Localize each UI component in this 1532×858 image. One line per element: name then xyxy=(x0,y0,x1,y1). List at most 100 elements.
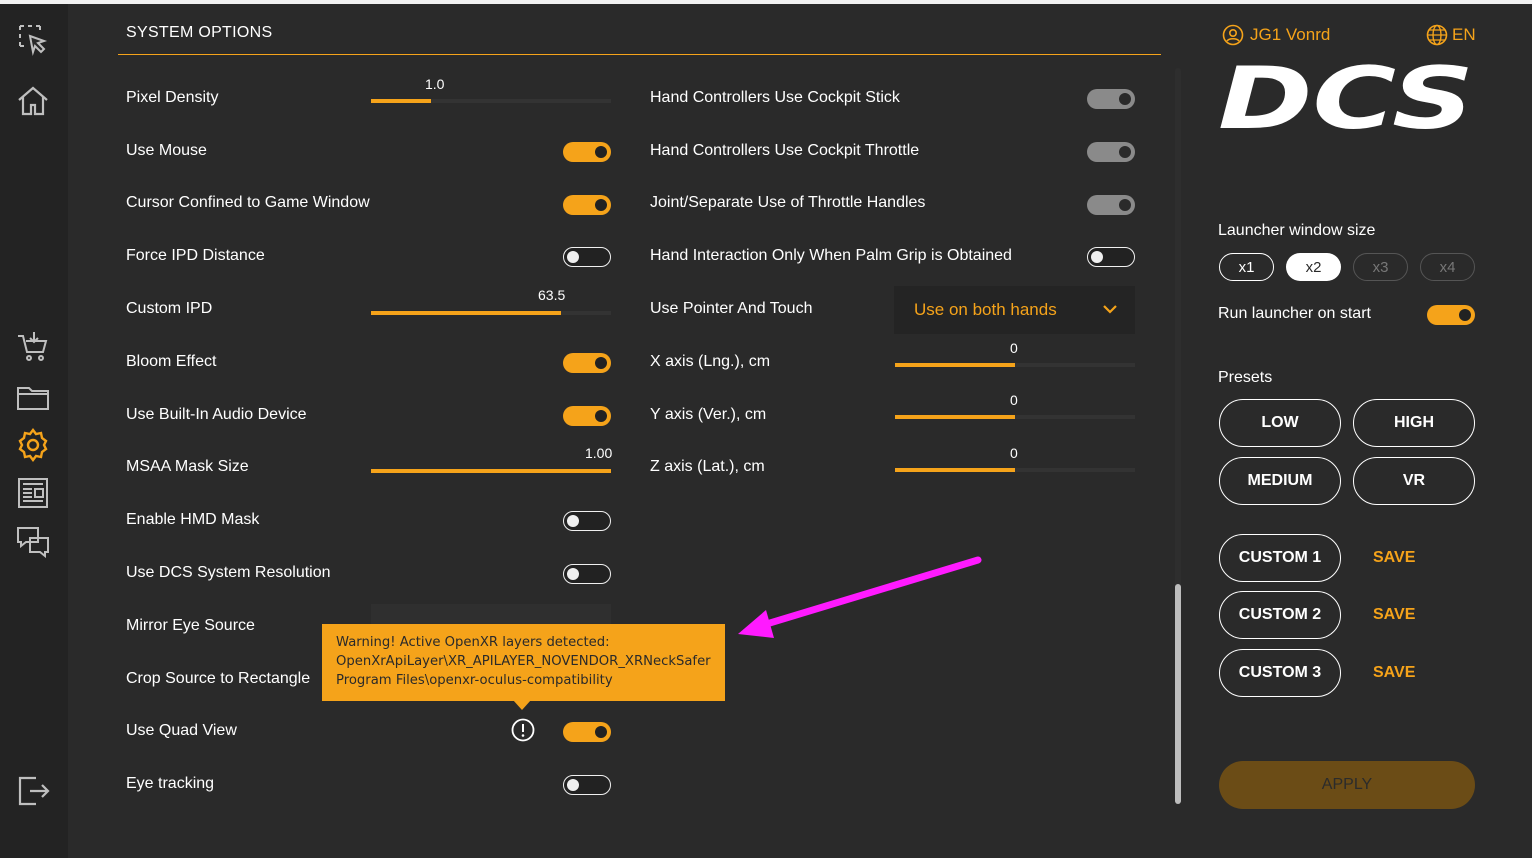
run-on-start-toggle[interactable] xyxy=(1427,305,1475,325)
scrollbar-thumb[interactable] xyxy=(1175,584,1181,804)
preset-custom-1-button[interactable]: CUSTOM 1 xyxy=(1219,534,1341,582)
z-axis-slider-fill xyxy=(895,468,1015,472)
annotation-arrow xyxy=(738,556,982,638)
shop-cart-icon[interactable] xyxy=(16,330,50,364)
z-axis-value: 0 xyxy=(1010,445,1018,461)
size-x1-button[interactable]: x1 xyxy=(1219,253,1274,281)
custom-ipd-value: 63.5 xyxy=(538,287,566,303)
dcs-logo-text: DCS xyxy=(1218,62,1474,134)
pixel-density-slider-fill xyxy=(371,99,431,103)
bloom-effect-toggle[interactable] xyxy=(563,353,611,373)
language-code: EN xyxy=(1452,25,1476,44)
save-custom-2-button[interactable]: SAVE xyxy=(1373,606,1415,624)
bloom-effect-label: Bloom Effect xyxy=(126,353,217,370)
hmd-mask-toggle[interactable] xyxy=(563,511,611,531)
run-on-start-label: Run launcher on start xyxy=(1218,305,1371,322)
x-axis-slider-fill xyxy=(895,363,1015,367)
hc-stick-toggle[interactable] xyxy=(1087,89,1135,109)
user-name: JG1 Vonrd xyxy=(1250,25,1331,44)
throttle-handles-toggle[interactable] xyxy=(1087,195,1135,215)
tooltip-line-1: Warning! Active OpenXR layers detected: xyxy=(336,635,610,650)
force-ipd-label: Force IPD Distance xyxy=(126,247,265,264)
preset-low-button[interactable]: LOW xyxy=(1219,399,1341,447)
dcs-logo: DCS xyxy=(1218,62,1474,134)
preset-vr-button[interactable]: VR xyxy=(1353,457,1475,505)
x-axis-label: X axis (Lng.), cm xyxy=(650,353,771,370)
tooltip-line-2: OpenXrApiLayer\XR_APILAYER_NOVENDOR_XRNe… xyxy=(336,654,711,669)
language-selector[interactable]: EN xyxy=(1426,24,1476,46)
openxr-warning-tooltip: Warning! Active OpenXR layers detected: … xyxy=(322,624,725,701)
y-axis-slider-fill xyxy=(895,415,1015,419)
size-x4-button[interactable]: x4 xyxy=(1420,253,1475,281)
palm-grip-label: Hand Interaction Only When Palm Grip is … xyxy=(650,247,1012,264)
social-chat-icon[interactable] xyxy=(16,524,50,558)
size-x3-button[interactable]: x3 xyxy=(1353,253,1408,281)
force-ipd-toggle[interactable] xyxy=(563,247,611,267)
x-axis-slider[interactable] xyxy=(895,363,1135,367)
preset-custom-3-button[interactable]: CUSTOM 3 xyxy=(1219,649,1341,697)
apply-button[interactable]: APPLY xyxy=(1219,761,1475,809)
pointer-touch-value: Use on both hands xyxy=(914,300,1057,319)
exit-icon[interactable] xyxy=(16,774,50,808)
pixel-density-slider[interactable] xyxy=(371,99,611,103)
tooltip-tail xyxy=(513,700,531,710)
cursor-confined-label: Cursor Confined to Game Window xyxy=(126,194,370,211)
save-custom-1-button[interactable]: SAVE xyxy=(1373,549,1415,567)
y-axis-label: Y axis (Ver.), cm xyxy=(650,406,767,423)
crop-source-label: Crop Source to Rectangle xyxy=(126,670,311,687)
custom-ipd-slider-fill xyxy=(371,311,561,315)
cursor-confined-toggle[interactable] xyxy=(563,195,611,215)
pixel-density-label: Pixel Density xyxy=(126,89,219,106)
select-tool-icon[interactable] xyxy=(16,22,50,56)
palm-grip-toggle[interactable] xyxy=(1087,247,1135,267)
msaa-mask-size-label: MSAA Mask Size xyxy=(126,458,249,475)
preset-custom-2-button[interactable]: CUSTOM 2 xyxy=(1219,591,1341,639)
user-icon xyxy=(1222,24,1244,46)
launcher-size-label: Launcher window size xyxy=(1218,222,1376,239)
news-icon[interactable] xyxy=(16,476,50,510)
msaa-mask-size-value: 1.00 xyxy=(585,445,613,461)
dcs-resolution-toggle[interactable] xyxy=(563,564,611,584)
quad-view-toggle[interactable] xyxy=(563,722,611,742)
custom-ipd-slider[interactable] xyxy=(371,311,611,315)
eye-tracking-label: Eye tracking xyxy=(126,775,215,792)
presets-label: Presets xyxy=(1218,369,1273,386)
pixel-density-value: 1.0 xyxy=(425,76,445,92)
x-axis-value: 0 xyxy=(1010,340,1018,356)
browser-top-strip xyxy=(0,0,1532,4)
throttle-handles-label: Joint/Separate Use of Throttle Handles xyxy=(650,194,926,211)
hc-stick-label: Hand Controllers Use Cockpit Stick xyxy=(650,89,900,106)
pointer-touch-label: Use Pointer And Touch xyxy=(650,300,813,317)
home-icon[interactable] xyxy=(16,84,50,118)
warning-info-icon[interactable] xyxy=(511,718,535,742)
mirror-eye-source-label: Mirror Eye Source xyxy=(126,617,255,634)
builtin-audio-label: Use Built-In Audio Device xyxy=(126,406,307,423)
builtin-audio-toggle[interactable] xyxy=(563,406,611,426)
hmd-mask-label: Enable HMD Mask xyxy=(126,511,260,528)
section-divider xyxy=(118,54,1161,55)
z-axis-label: Z axis (Lat.), cm xyxy=(650,458,765,475)
msaa-mask-size-slider[interactable] xyxy=(371,469,611,473)
pointer-touch-dropdown[interactable]: Use on both hands xyxy=(894,286,1135,334)
folder-icon[interactable] xyxy=(16,380,50,414)
use-mouse-toggle[interactable] xyxy=(563,142,611,162)
msaa-mask-size-slider-fill xyxy=(371,469,611,473)
save-custom-3-button[interactable]: SAVE xyxy=(1373,664,1415,682)
quad-view-label: Use Quad View xyxy=(126,722,237,739)
section-title: SYSTEM OPTIONS xyxy=(126,24,273,41)
hc-throttle-toggle[interactable] xyxy=(1087,142,1135,162)
y-axis-value: 0 xyxy=(1010,392,1018,408)
chevron-down-icon xyxy=(1103,305,1117,314)
y-axis-slider[interactable] xyxy=(895,415,1135,419)
size-x2-button[interactable]: x2 xyxy=(1286,253,1341,281)
eye-tracking-toggle[interactable] xyxy=(563,775,611,795)
preset-medium-button[interactable]: MEDIUM xyxy=(1219,457,1341,505)
tooltip-line-3: Program Files\openxr-oculus-compatibilit… xyxy=(336,673,613,688)
globe-icon xyxy=(1426,24,1448,46)
settings-gear-icon[interactable] xyxy=(16,428,50,462)
user-account[interactable]: JG1 Vonrd xyxy=(1222,24,1330,46)
preset-high-button[interactable]: HIGH xyxy=(1353,399,1475,447)
sidebar xyxy=(0,4,68,858)
use-mouse-label: Use Mouse xyxy=(126,142,207,159)
z-axis-slider[interactable] xyxy=(895,468,1135,472)
